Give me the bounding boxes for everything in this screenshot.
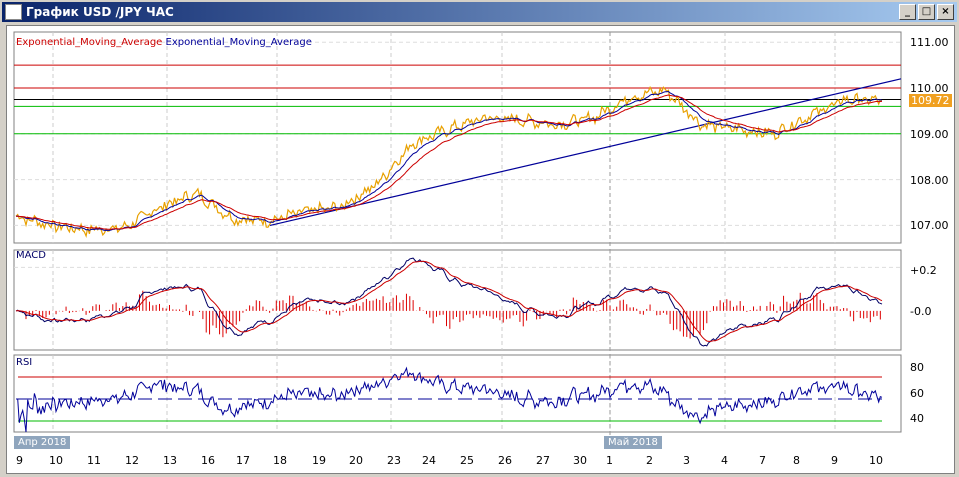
month-label-apr: Апр 2018: [14, 436, 71, 449]
date-tick: 10: [869, 454, 883, 467]
date-tick: 17: [236, 454, 250, 467]
date-tick: 13: [163, 454, 177, 467]
current-price-badge: 109.72: [909, 94, 952, 107]
macd-label: MACD: [16, 250, 46, 261]
price-tick: 109.00: [910, 128, 949, 141]
legend-ema-slow: Exponential_Moving_Average: [16, 37, 163, 48]
date-tick: 4: [721, 454, 728, 467]
date-tick: 16: [201, 454, 215, 467]
macd-tick: -0.0: [910, 305, 932, 318]
date-tick: 27: [536, 454, 550, 467]
date-tick: 10: [49, 454, 63, 467]
panel-frame: [13, 31, 902, 244]
date-tick: 8: [793, 454, 800, 467]
rsi-tick: 40: [910, 412, 924, 425]
date-tick: 19: [312, 454, 326, 467]
price-tick: 107.00: [910, 219, 949, 232]
rsi-label: RSI: [16, 357, 33, 368]
date-tick: 20: [349, 454, 363, 467]
legend-ema-fast: Exponential_Moving_Average: [165, 37, 312, 48]
date-tick: 25: [460, 454, 474, 467]
legend: Exponential_Moving_Average Exponential_M…: [16, 37, 312, 48]
date-tick: 3: [683, 454, 690, 467]
rsi-tick: 80: [910, 361, 924, 374]
price-tick: 111.00: [910, 36, 949, 49]
date-tick: 26: [498, 454, 512, 467]
panel-frame: [13, 354, 902, 433]
chart-svg: [13, 31, 902, 445]
macd-tick: +0.2: [910, 264, 937, 277]
price-tick: 108.00: [910, 174, 949, 187]
date-tick: 11: [87, 454, 101, 467]
date-tick: 7: [759, 454, 766, 467]
date-tick: 23: [387, 454, 401, 467]
date-tick: 18: [273, 454, 287, 467]
panel-frame: [13, 249, 902, 351]
date-tick: 12: [125, 454, 139, 467]
month-label-may: Май 2018: [604, 436, 662, 449]
date-tick: 24: [422, 454, 436, 467]
date-tick: 9: [831, 454, 838, 467]
date-tick: 30: [573, 454, 587, 467]
date-tick: 1: [606, 454, 613, 467]
date-tick: 2: [646, 454, 653, 467]
rsi-tick: 60: [910, 387, 924, 400]
date-tick: 9: [16, 454, 23, 467]
